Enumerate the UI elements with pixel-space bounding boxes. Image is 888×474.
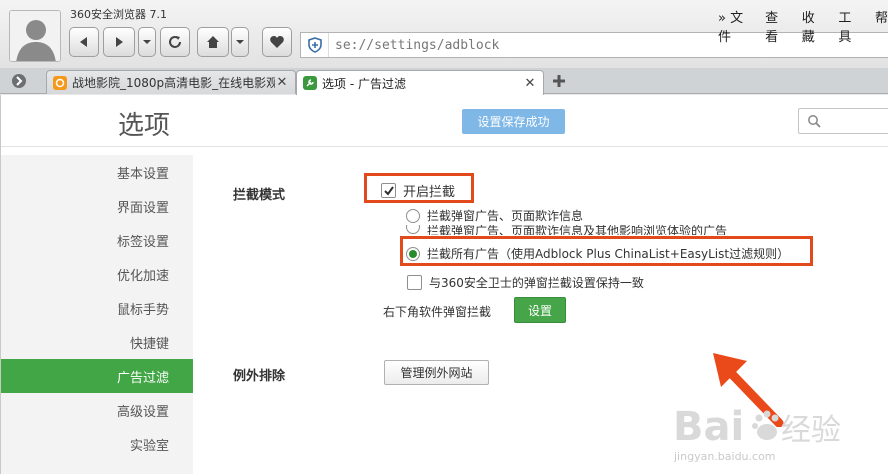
user-avatar[interactable] [9,10,61,62]
home-dropdown[interactable] [231,27,249,57]
annotation-highlight-box [400,236,813,266]
settings-sidebar: 基本设置 界面设置 标签设置 优化加速 鼠标手势 快捷键 广告过滤 高级设置 实… [1,155,193,474]
block-mode-label: 拦截模式 [233,188,286,203]
url-text[interactable]: se://settings/adblock [335,38,499,53]
user-icon [10,11,60,61]
radio-popup-fraud-other[interactable] [406,225,420,234]
sidebar-item-optimize[interactable]: 优化加速 [1,257,193,291]
close-icon[interactable]: ✕ [275,75,289,90]
save-status-badge: 设置保存成功 [462,109,565,134]
annotation-highlight-box [364,173,474,203]
close-icon[interactable]: ✕ [523,76,537,91]
radio-popup-fraud[interactable] [406,208,420,223]
security-shield-icon[interactable] [301,33,329,57]
svg-text:Bai: Bai [673,404,744,450]
home-icon [207,36,219,48]
corner-popup-row: 右下角软件弹窗拦截 [383,303,491,320]
corner-popup-label: 右下角软件弹窗拦截 [383,305,492,319]
app-title: 360安全浏览器 7.1 [70,8,167,21]
refresh-icon [169,36,181,48]
movie-site-favicon-icon [53,75,67,90]
chevron-down-icon [143,40,151,44]
radio-option-popup-fraud[interactable]: 拦截弹窗广告、页面欺诈信息 [406,207,583,224]
forward-button[interactable] [103,27,135,57]
home-button[interactable] [197,27,229,57]
svg-text:经验: 经验 [781,413,841,448]
sidebar-item-lab[interactable]: 实验室 [1,427,193,461]
search-icon [808,115,821,128]
radio-label: 拦截弹窗广告、页面欺诈信息及其他影响浏览体验的广告 [427,225,728,235]
sidebar-item-tabs[interactable]: 标签设置 [1,223,193,257]
menu-tools[interactable]: 工具 [838,7,861,45]
sync-360-checkbox[interactable] [407,275,422,290]
browser-toolbar: 360安全浏览器 7.1 se://settings/adblock » 文件 … [0,0,888,68]
sidebar-item-basic[interactable]: 基本设置 [1,155,193,189]
sidebar-item-interface[interactable]: 界面设置 [1,189,193,223]
radio-label: 拦截弹窗广告、页面欺诈信息 [427,209,584,223]
settings-page: 选项 设置保存成功 基本设置 界面设置 标签设置 优化加速 鼠标手势 快捷键 广… [0,95,888,474]
new-tab-button[interactable] [549,71,569,91]
sync-360-option[interactable]: 与360安全卫士的弹窗拦截设置保持一致 [407,274,644,291]
forward-arrow-icon [116,37,123,47]
chevron-down-icon [236,40,244,44]
back-arrow-icon [80,37,87,47]
settings-search-input[interactable] [798,108,888,134]
menu-view[interactable]: 查看 [765,7,788,45]
exceptions-label: 例外排除 [233,369,286,384]
back-button[interactable] [69,27,99,57]
tab-label: 选项 - 广告过滤 [322,76,406,91]
page-title: 选项 [118,111,171,141]
settings-favicon-icon [303,76,317,90]
plus-icon [553,75,565,87]
sidebar-item-shortcuts[interactable]: 快捷键 [1,325,193,359]
sidebar-item-advanced[interactable]: 高级设置 [1,393,193,427]
corner-popup-settings-button[interactable]: 设置 [514,297,566,323]
tab-adblock-settings[interactable]: 选项 - 广告过滤 ✕ [296,70,544,95]
chevron-right-circle-icon [12,74,26,88]
tab-strip: 战地影院_1080p高清电影_在线电影观 ✕ 选项 - 广告过滤 ✕ [0,68,888,95]
forward-history-dropdown[interactable] [138,27,156,57]
menu-file[interactable]: » 文件 [718,7,751,45]
header-divider [1,146,888,147]
menu-help[interactable]: 帮 [875,7,888,45]
refresh-button[interactable] [160,27,190,57]
watermark-url: jingyan.baidu.com [674,450,776,463]
tab-list-button[interactable] [8,72,30,90]
sidebar-item-adblock[interactable]: 广告过滤 [1,359,193,393]
menu-favorites[interactable]: 收藏 [802,7,825,45]
sync-360-label: 与360安全卫士的弹窗拦截设置保持一致 [429,276,644,290]
radio-option-popup-fraud-other[interactable]: 拦截弹窗广告、页面欺诈信息及其他影响浏览体验的广告 [406,225,727,235]
heart-icon [270,36,284,48]
sidebar-item-mouse-gestures[interactable]: 鼠标手势 [1,291,193,325]
favorites-button[interactable] [262,27,292,57]
menu-bar: » 文件 查看 收藏 工具 帮 [718,7,888,45]
tab-label: 战地影院_1080p高清电影_在线电影观 [72,76,275,90]
tab-movie-site[interactable]: 战地影院_1080p高清电影_在线电影观 ✕ [46,70,296,94]
manage-exceptions-button[interactable]: 管理例外网站 [384,360,489,385]
